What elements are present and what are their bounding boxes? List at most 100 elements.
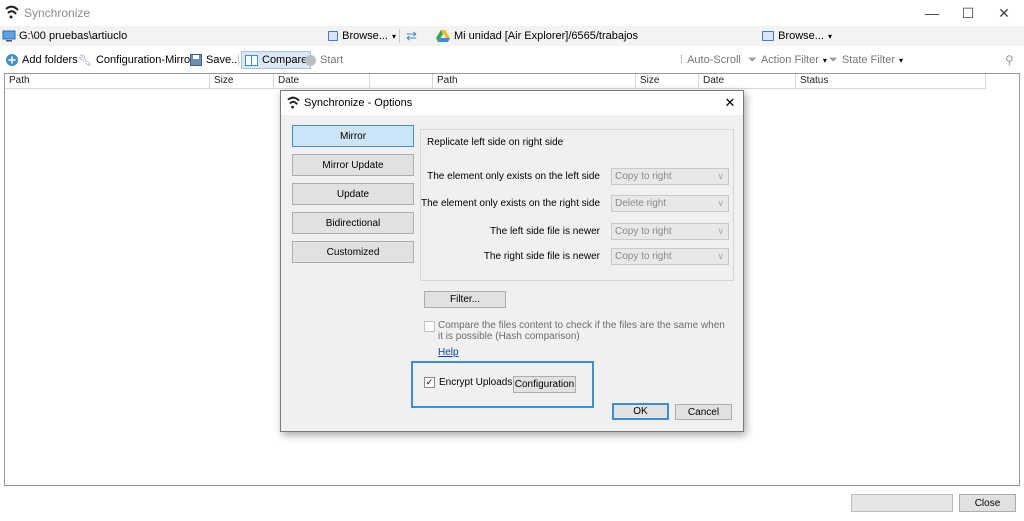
maximize-icon: ☐ <box>961 4 975 21</box>
col-spacer <box>370 74 433 89</box>
rule-left-newer-select[interactable]: Copy to right ∨ <box>611 223 729 240</box>
wrench-icon: 🔧︎ <box>78 54 92 67</box>
rule-value: Copy to right <box>615 251 672 262</box>
save-disk-icon <box>190 54 202 66</box>
ok-label: OK <box>633 406 648 417</box>
mode-description: Replicate left side on right side <box>427 137 564 148</box>
filter-icon: ⏷ <box>748 53 757 66</box>
maximize-button[interactable]: ☐ <box>948 0 988 26</box>
checkmark-icon: ✓ <box>425 377 434 387</box>
search-button[interactable]: ⚲ <box>1005 48 1014 72</box>
title-bar: Synchronize — ☐ ✕ <box>0 0 1024 26</box>
left-col-path[interactable]: Path <box>5 74 210 89</box>
ok-button[interactable]: OK <box>612 403 669 420</box>
right-path-field[interactable]: Mi unidad [Air Explorer]/6565/trabajos <box>436 26 756 46</box>
chevron-down-icon: ∨ <box>717 198 724 208</box>
dialog-title-bar: Synchronize - Options ✕ <box>281 91 743 115</box>
right-path-text: Mi unidad [Air Explorer]/6565/trabajos <box>454 30 639 42</box>
right-col-date[interactable]: Date <box>699 74 796 89</box>
action-filter-button[interactable]: ⏷ Action Filter ▾ <box>748 48 827 72</box>
encrypt-uploads-checkbox[interactable]: ✓ <box>424 377 435 388</box>
mode-label: Update <box>336 188 370 200</box>
add-folders-label: Add folders <box>22 54 78 66</box>
close-label: Close <box>974 497 1001 509</box>
mode-bidirectional-button[interactable]: Bidirectional <box>292 212 414 234</box>
rule-value: Copy to right <box>615 226 672 237</box>
state-filter-label: State Filter <box>841 54 895 66</box>
save-button[interactable]: Save... <box>190 48 240 72</box>
help-link[interactable]: Help <box>438 347 459 358</box>
chevron-down-icon: ▾ <box>822 55 827 65</box>
mode-update-button[interactable]: Update <box>292 183 414 205</box>
auto-scroll-label: Auto-Scroll <box>687 54 741 66</box>
state-filter-button[interactable]: ⏷ State Filter ▾ <box>829 48 903 72</box>
auto-scroll-button[interactable]: ⁞ Auto-Scroll <box>680 48 741 72</box>
chevron-down-icon: ▾ <box>827 31 832 41</box>
filter-button[interactable]: Filter... <box>424 291 506 308</box>
save-label: Save... <box>206 54 241 66</box>
compare-icon <box>245 54 258 66</box>
add-folders-button[interactable]: Add folders <box>6 48 78 72</box>
action-filter-label: Action Filter <box>760 54 819 66</box>
mode-label: Mirror <box>339 130 367 142</box>
filter-label: Filter... <box>449 294 480 305</box>
progress-bar <box>851 494 953 512</box>
encrypt-highlight-box: ✓ Encrypt Uploads Configuration <box>411 361 594 408</box>
left-col-size[interactable]: Size <box>210 74 274 89</box>
app-sync-icon <box>287 96 300 109</box>
configuration-label: Configuration <box>514 379 575 390</box>
rule-right-newer-select[interactable]: Copy to right ∨ <box>611 248 729 265</box>
synchronize-options-dialog: Synchronize - Options ✕ Mirror Mirror Up… <box>280 90 744 432</box>
right-col-status[interactable]: Status <box>796 74 986 89</box>
configuration-mirror-button[interactable]: 🔧︎ Configuration-Mirror <box>78 48 194 72</box>
cancel-button[interactable]: Cancel <box>675 404 732 420</box>
minimize-button[interactable]: — <box>912 0 952 26</box>
right-browse-label: Browse... <box>778 30 824 42</box>
rule-right-only-select[interactable]: Delete right ∨ <box>611 195 729 212</box>
chevron-down-icon: ∨ <box>717 171 724 181</box>
cancel-label: Cancel <box>687 406 720 418</box>
close-button[interactable]: Close <box>959 494 1016 512</box>
right-col-size[interactable]: Size <box>636 74 699 89</box>
dialog-close-button[interactable]: ✕ <box>721 94 739 112</box>
left-browse-button[interactable]: Browse... ▾ <box>328 26 396 46</box>
app-sync-icon <box>5 5 19 19</box>
left-path-text: G:\00 pruebas\artiuclo <box>19 30 128 42</box>
left-path-field[interactable]: G:\00 pruebas\artiuclo <box>2 26 322 46</box>
left-browse-label: Browse... <box>342 30 388 42</box>
swap-sides-button[interactable]: ⇄ <box>406 26 426 46</box>
play-icon <box>305 54 316 66</box>
search-icon: ⚲ <box>1005 53 1014 67</box>
add-circle-icon <box>6 54 18 66</box>
encrypt-configuration-button[interactable]: Configuration <box>513 376 576 393</box>
path-bar: G:\00 pruebas\artiuclo Browse... ▾ ⇄ Mi … <box>0 26 1024 46</box>
start-button[interactable]: Start <box>305 48 343 72</box>
chevron-down-icon: ∨ <box>717 251 724 261</box>
right-browse-button[interactable]: Browse... ▾ <box>762 26 832 46</box>
right-col-path[interactable]: Path <box>433 74 636 89</box>
compare-button[interactable]: Compare <box>241 51 312 69</box>
rule-label: The element only exists on the right sid… <box>421 198 600 209</box>
window-title: Synchronize <box>24 6 91 20</box>
hash-compare-label: Compare the files content to check if th… <box>438 320 725 342</box>
filter-icon: ⏷ <box>829 53 838 66</box>
google-drive-icon <box>436 30 450 42</box>
divider <box>399 29 400 43</box>
start-label: Start <box>320 54 344 66</box>
rule-value: Delete right <box>615 198 667 209</box>
mode-label: Mirror Update <box>322 159 384 171</box>
mode-mirror-update-button[interactable]: Mirror Update <box>292 154 414 176</box>
hash-compare-checkbox[interactable] <box>424 321 435 332</box>
rule-label: The element only exists on the left side <box>427 171 600 182</box>
close-window-button[interactable]: ✕ <box>984 0 1024 26</box>
chevron-down-icon: ∨ <box>717 226 724 236</box>
swap-arrows-icon: ⇄ <box>406 28 417 43</box>
mode-customized-button[interactable]: Customized <box>292 241 414 263</box>
mode-mirror-button[interactable]: Mirror <box>292 125 414 147</box>
divider <box>238 54 239 66</box>
folder-icon <box>762 31 775 41</box>
toolbar: Add folders 🔧︎ Configuration-Mirror Save… <box>0 48 1024 72</box>
rule-label: The right side file is newer <box>483 251 600 262</box>
rule-left-only-select[interactable]: Copy to right ∨ <box>611 168 729 185</box>
left-col-date[interactable]: Date <box>274 74 370 89</box>
